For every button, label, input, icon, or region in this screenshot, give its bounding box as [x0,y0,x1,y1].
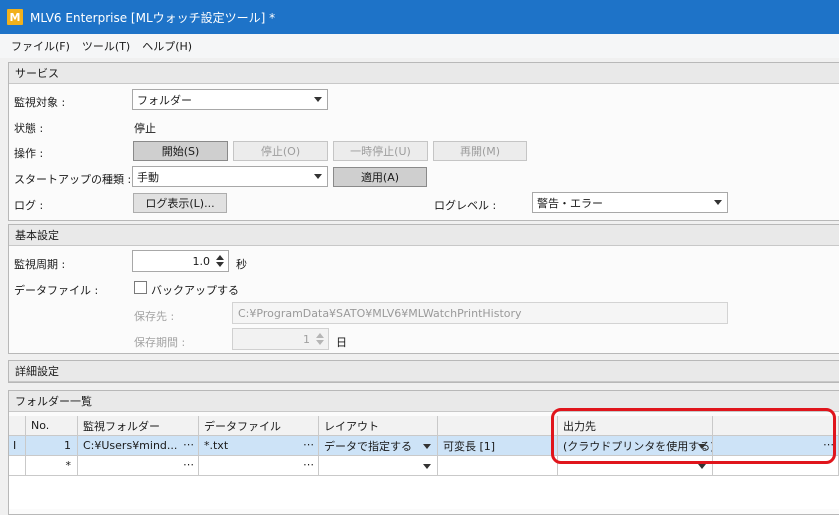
ellipsis-icon[interactable]: ⋯ [183,458,194,471]
startup-type-dropdown[interactable]: 手動 [132,166,328,187]
menu-help[interactable]: ヘルプ(H) [136,38,198,54]
apply-button[interactable]: 適用(A) [333,167,427,187]
basic-settings-header: 基本設定 [9,225,839,246]
data-file-value: *.txt [204,439,229,452]
chevron-down-icon [314,97,322,102]
chevron-down-icon[interactable] [423,464,431,469]
backup-checkbox[interactable] [134,281,147,294]
header-monitor-folder[interactable]: 監視フォルダー [78,416,199,436]
menu-file[interactable]: ファイル(F) [5,38,76,54]
folder-grid: No. 監視フォルダー データファイル レイアウト 出力先 I 1 C:¥Use… [9,416,839,509]
monitor-target-label: 監視対象 : [14,96,66,109]
interval-spinner[interactable]: 1.0 [132,250,229,272]
log-level-value: 警告・エラー [537,196,603,210]
ellipsis-icon[interactable]: ⋯ [183,438,194,451]
table-row[interactable]: I 1 C:¥Users¥mind... ⋯ *.txt ⋯ データで指定する … [9,436,839,456]
folder-list-header: フォルダー一覧 [9,391,839,412]
log-level-label: ログレベル : [434,199,497,212]
menu-bar: ファイル(F) ツール(T) ヘルプ(H) [0,34,839,58]
spin-down-icon[interactable] [316,340,324,345]
save-period-value: 1 [303,332,310,346]
status-label: 状態 : [14,122,44,135]
chevron-down-icon[interactable] [423,444,431,449]
chevron-down-icon [714,200,722,205]
grid-header-row: No. 監視フォルダー データファイル レイアウト 出力先 [9,416,839,436]
table-row-new[interactable]: * ⋯ ⋯ [9,456,839,476]
save-to-value: C:¥ProgramData¥SATO¥MLV6¥MLWatchPrintHis… [238,306,522,320]
window-title: MLV6 Enterprise [MLウォッチ設定ツール] * [30,10,276,25]
row-output[interactable]: (クラウドプリンタを使用する) [558,436,713,456]
new-row-monitor-folder[interactable]: ⋯ [78,456,199,476]
spin-up-icon[interactable] [216,255,224,260]
header-layout[interactable]: レイアウト [319,416,438,436]
row-length[interactable]: 可変長 [1] [438,436,558,456]
header-data-file[interactable]: データファイル [199,416,319,436]
new-row-data-file[interactable]: ⋯ [199,456,319,476]
show-log-button[interactable]: ログ表示(L)... [133,193,227,213]
layout-value: データで指定する [324,439,412,453]
row-monitor-folder[interactable]: C:¥Users¥mind... ⋯ [78,436,199,456]
data-file-label: データファイル : [14,284,99,297]
operation-label: 操作 : [14,147,44,160]
monitor-target-dropdown[interactable]: フォルダー [132,89,328,110]
interval-unit: 秒 [236,258,247,271]
save-period-spinner[interactable]: 1 [232,328,329,350]
monitor-target-value: フォルダー [137,93,192,107]
detail-settings-header[interactable]: 詳細設定 [9,361,839,382]
log-level-dropdown[interactable]: 警告・エラー [532,192,728,213]
header-extra[interactable] [713,416,839,436]
row-cursor-indicator: I [9,436,26,456]
monitor-folder-value: C:¥Users¥mind... [83,439,178,452]
chevron-down-icon[interactable] [698,444,706,449]
output-value: (クラウドプリンタを使用する) [563,439,713,453]
new-row-output[interactable] [558,456,713,476]
header-output[interactable]: 出力先 [558,416,713,436]
basic-settings-group: 基本設定 [8,224,839,354]
row-layout[interactable]: データで指定する [319,436,438,456]
header-indicator-cell [9,416,26,436]
new-row-extra[interactable] [713,456,839,476]
new-row-indicator-cell [9,456,26,476]
header-no[interactable]: No. [26,416,78,436]
startup-type-value: 手動 [137,170,159,184]
new-row-marker: * [26,456,78,476]
backup-label: バックアップする [151,284,239,297]
save-to-field[interactable]: C:¥ProgramData¥SATO¥MLV6¥MLWatchPrintHis… [232,302,728,324]
new-row-layout[interactable] [319,456,438,476]
start-button[interactable]: 開始(S) [133,141,228,161]
app-logo-icon: M [7,9,23,25]
interval-label: 監視周期 : [14,258,66,271]
status-value: 停止 [134,122,156,135]
service-group-header: サービス [9,63,839,84]
spin-down-icon[interactable] [216,262,224,267]
stop-button[interactable]: 停止(O) [233,141,328,161]
pause-button[interactable]: 一時停止(U) [333,141,428,161]
log-label: ログ : [14,199,44,212]
new-row-length[interactable] [438,456,558,476]
ellipsis-icon[interactable]: ⋯ [303,438,314,451]
header-length[interactable] [438,416,558,436]
row-no[interactable]: 1 [26,436,78,456]
save-period-label: 保存期間 : [134,336,186,349]
menu-tools[interactable]: ツール(T) [76,38,136,54]
ellipsis-icon[interactable]: ⋯ [823,438,834,451]
chevron-down-icon [314,174,322,179]
detail-settings-group[interactable]: 詳細設定 [8,360,839,383]
spin-up-icon[interactable] [316,333,324,338]
row-data-file[interactable]: *.txt ⋯ [199,436,319,456]
row-extra[interactable]: ⋯ [713,436,839,456]
startup-type-label: スタートアップの種類 : [14,173,132,186]
length-value: 可変長 [1] [443,439,496,453]
chevron-down-icon[interactable] [698,464,706,469]
ellipsis-icon[interactable]: ⋯ [303,458,314,471]
resume-button[interactable]: 再開(M) [433,141,527,161]
save-to-label: 保存先 : [134,310,175,323]
save-period-unit: 日 [336,336,347,349]
title-bar: M MLV6 Enterprise [MLウォッチ設定ツール] * [0,0,839,34]
interval-value: 1.0 [192,254,211,268]
